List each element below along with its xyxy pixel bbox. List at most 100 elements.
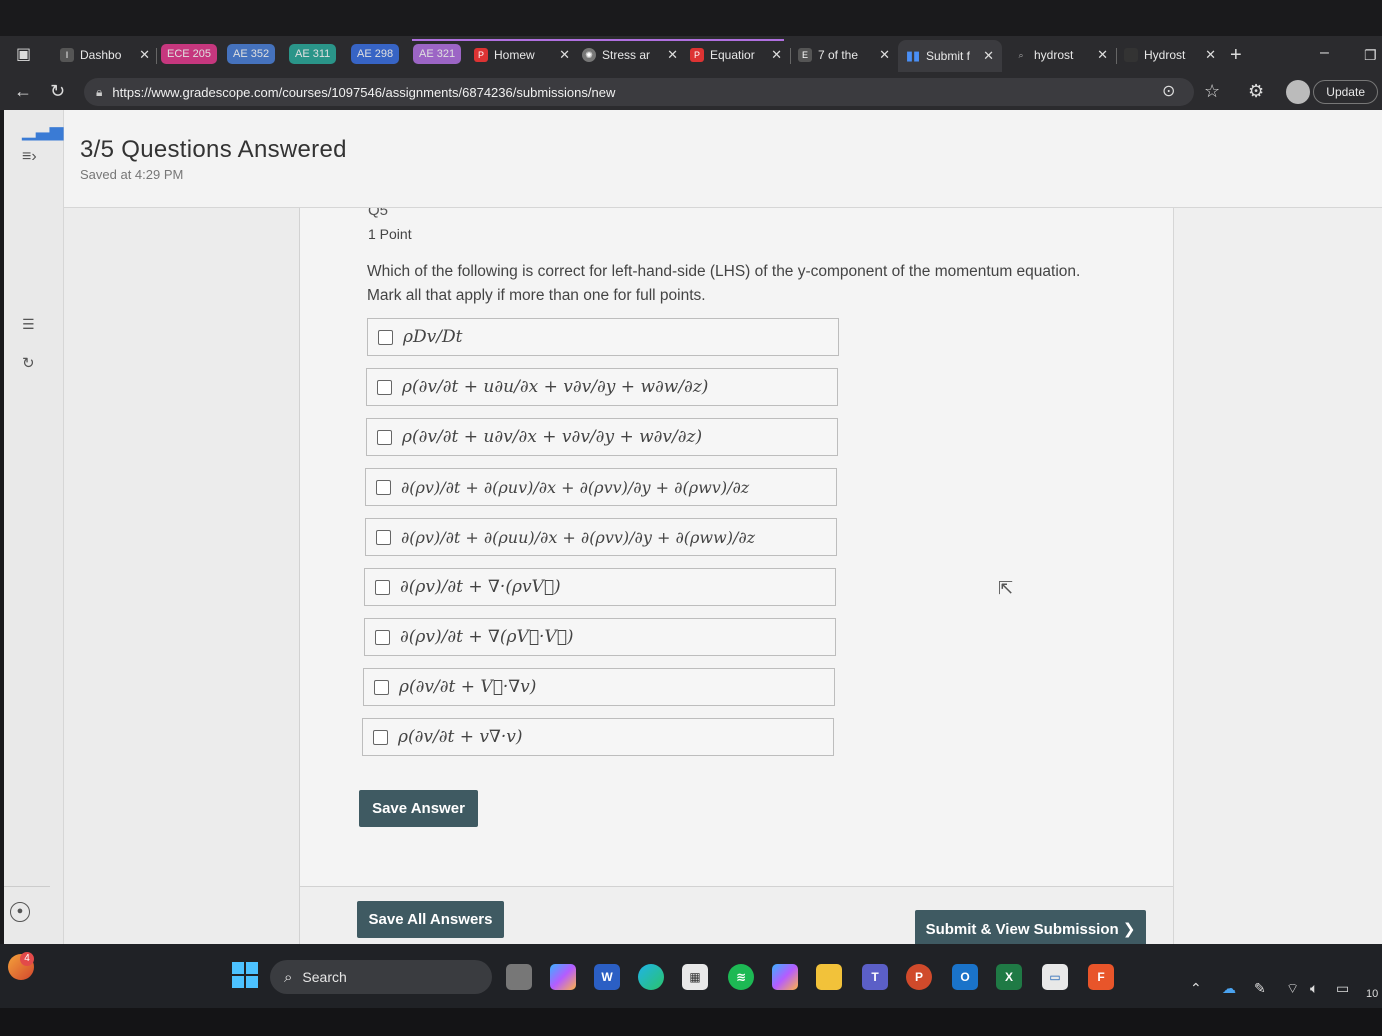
close-icon[interactable]: ✕ — [559, 47, 570, 63]
edge-icon[interactable] — [638, 964, 664, 990]
restore-icon[interactable]: ❐ — [1364, 46, 1377, 64]
update-button[interactable]: Update — [1313, 80, 1378, 104]
windows-start-icon[interactable] — [232, 962, 258, 988]
new-tab-button[interactable]: + — [1230, 45, 1242, 65]
ie-icon: E — [798, 48, 812, 62]
monitor-bezel — [0, 1008, 1382, 1036]
tab-group-ae-321[interactable]: AE 321 — [413, 44, 462, 64]
option-5[interactable]: ∂(ρv)/∂t + ∇·(ρvV⃗) — [364, 568, 836, 606]
more-options-circle-icon[interactable]: ⊙ — [1162, 83, 1175, 101]
close-icon[interactable]: ✕ — [771, 47, 782, 63]
left-gutter — [64, 208, 300, 944]
tab-group-ae-352[interactable]: AE 352 — [227, 44, 276, 64]
tab-7-of-the[interactable]: E 7 of the ✕ — [798, 42, 890, 68]
tab-equation[interactable]: P Equatior ✕ — [690, 42, 782, 68]
whiteboard-icon[interactable]: ▭ — [1042, 964, 1068, 990]
tab-group-ece-205[interactable]: ECE 205 — [161, 44, 218, 64]
tab-separator — [790, 48, 791, 64]
microsoft-store-icon[interactable]: ▦ — [682, 964, 708, 990]
tab-label: Hydrost — [1144, 48, 1186, 62]
tab-group-ae-311[interactable]: AE 311 — [289, 44, 337, 64]
powerpoint-icon[interactable]: P — [906, 964, 932, 990]
wifi-icon[interactable]: ⌔ — [1286, 980, 1299, 998]
option-checkbox[interactable] — [376, 529, 391, 545]
microsoft-365-icon[interactable] — [772, 964, 798, 990]
rail-divider — [4, 886, 50, 887]
task-view-icon[interactable] — [506, 964, 532, 990]
option-4[interactable]: ∂(ρv)/∂t + ∂(ρuu)/∂x + ∂(ρvv)/∂y + ∂(ρww… — [365, 518, 837, 556]
option-checkbox[interactable] — [378, 329, 393, 345]
option-0[interactable]: ρDv/Dt — [367, 318, 839, 356]
tab-submit-active[interactable]: ▮▮ Submit f ✕ — [898, 40, 1002, 72]
outline-list-icon[interactable]: ☰ — [22, 316, 35, 333]
option-text: ∂(ρv)/∂t + ∇(ρV⃗·V⃗) — [400, 627, 574, 647]
tab-separator — [156, 48, 157, 64]
volume-icon[interactable]: 🔈︎ — [1310, 980, 1318, 997]
lock-icon: 🔒︎ — [96, 84, 103, 99]
screen: ▣ I Dashbo ✕ ECE 205 AE 352 AE 311 AE 29… — [0, 0, 1382, 1036]
option-text: ρ(∂v/∂t + u∂u/∂x + v∂v/∂y + w∂w/∂z) — [402, 377, 709, 397]
openai-icon: ✺ — [582, 48, 596, 62]
close-icon[interactable]: ✕ — [1097, 47, 1108, 63]
option-8[interactable]: ρ(∂v/∂t + v∇·v) — [362, 718, 834, 756]
close-icon[interactable]: ✕ — [879, 47, 890, 63]
option-text: ∂(ρv)/∂t + ∂(ρuv)/∂x + ∂(ρvv)/∂y + ∂(ρwv… — [401, 477, 750, 497]
clock-text[interactable]: 10 — [1366, 988, 1378, 1000]
option-2[interactable]: ρ(∂v/∂t + u∂v/∂x + v∂v/∂y + w∂v/∂z) — [366, 418, 838, 456]
word-icon[interactable]: W — [594, 964, 620, 990]
option-3[interactable]: ∂(ρv)/∂t + ∂(ρuv)/∂x + ∂(ρvv)/∂y + ∂(ρwv… — [365, 468, 837, 506]
taskbar-search-box[interactable]: ⌕ Search — [270, 960, 492, 994]
back-arrow-icon[interactable]: ← — [14, 82, 32, 100]
profile-avatar[interactable] — [1286, 80, 1310, 104]
reload-icon[interactable]: ↻ — [50, 82, 65, 100]
option-checkbox[interactable] — [377, 429, 392, 445]
question-label: Q5 — [368, 208, 389, 218]
option-6[interactable]: ∂(ρv)/∂t + ∇(ρV⃗·V⃗) — [364, 618, 836, 656]
option-1[interactable]: ρ(∂v/∂t + u∂u/∂x + v∂v/∂y + w∂w/∂z) — [366, 368, 838, 406]
browser-address-bar: ← ↻ 🔒︎ https://www.gradescope.com/course… — [0, 74, 1382, 110]
option-text: ρ(∂v/∂t + v∇·v) — [398, 727, 523, 747]
gradescope-logo-icon[interactable]: ▁▃▅ — [22, 120, 64, 141]
generic-favicon-icon — [1124, 48, 1138, 62]
option-7[interactable]: ρ(∂v/∂t + V⃗·∇v) — [363, 668, 835, 706]
tab-dashboard[interactable]: I Dashbo ✕ — [60, 42, 150, 68]
close-icon[interactable]: ✕ — [139, 47, 150, 63]
option-checkbox[interactable] — [374, 679, 389, 695]
file-explorer-icon[interactable] — [816, 964, 842, 990]
tab-actions-icon[interactable]: ▣ — [16, 46, 31, 64]
tab-hydrost-search[interactable]: ⌕ hydrost ✕ — [1014, 42, 1108, 68]
outlook-icon[interactable]: O — [952, 964, 978, 990]
bookmark-star-icon[interactable]: ☆ — [1204, 82, 1220, 100]
save-answer-button[interactable]: Save Answer — [359, 790, 478, 827]
submit-view-submission-button[interactable]: Submit & View Submission ❯ — [915, 910, 1146, 947]
account-icon[interactable]: ● — [10, 902, 30, 922]
option-checkbox[interactable] — [375, 629, 390, 645]
option-checkbox[interactable] — [376, 479, 391, 495]
url-field[interactable]: 🔒︎ https://www.gradescope.com/courses/10… — [84, 78, 1194, 106]
right-gutter: ⇱ — [998, 208, 1382, 944]
tab-stress[interactable]: ✺ Stress ar ✕ — [582, 42, 678, 68]
close-icon[interactable]: ✕ — [1205, 47, 1216, 63]
extension-gear-icon[interactable]: ⚙ — [1248, 82, 1264, 100]
option-checkbox[interactable] — [373, 729, 388, 745]
expand-sidebar-icon[interactable]: ≡› — [22, 148, 37, 166]
close-icon[interactable]: ✕ — [983, 48, 994, 64]
tab-homework[interactable]: P Homew ✕ — [474, 42, 570, 68]
option-checkbox[interactable] — [377, 379, 392, 395]
close-icon[interactable]: ✕ — [667, 47, 678, 63]
option-checkbox[interactable] — [375, 579, 390, 595]
save-all-answers-button[interactable]: Save All Answers — [357, 901, 504, 938]
onedrive-icon[interactable]: ☁ — [1222, 980, 1236, 997]
excel-icon[interactable]: X — [996, 964, 1022, 990]
fusion-app-icon[interactable]: F — [1088, 964, 1114, 990]
copilot-icon[interactable] — [550, 964, 576, 990]
teams-icon[interactable]: T — [862, 964, 888, 990]
pen-icon[interactable]: ✎ — [1254, 980, 1266, 997]
tray-overflow-chevron-icon[interactable]: ⌃ — [1190, 980, 1202, 997]
tab-hydrost[interactable]: Hydrost ✕ — [1124, 42, 1216, 68]
spotify-icon[interactable]: ≋ — [728, 964, 754, 990]
battery-icon[interactable]: ▭ — [1336, 980, 1349, 997]
minimize-icon[interactable]: – — [1320, 44, 1329, 62]
refresh-icon[interactable]: ↻ — [22, 354, 35, 372]
tab-group-ae-298[interactable]: AE 298 — [351, 44, 400, 64]
